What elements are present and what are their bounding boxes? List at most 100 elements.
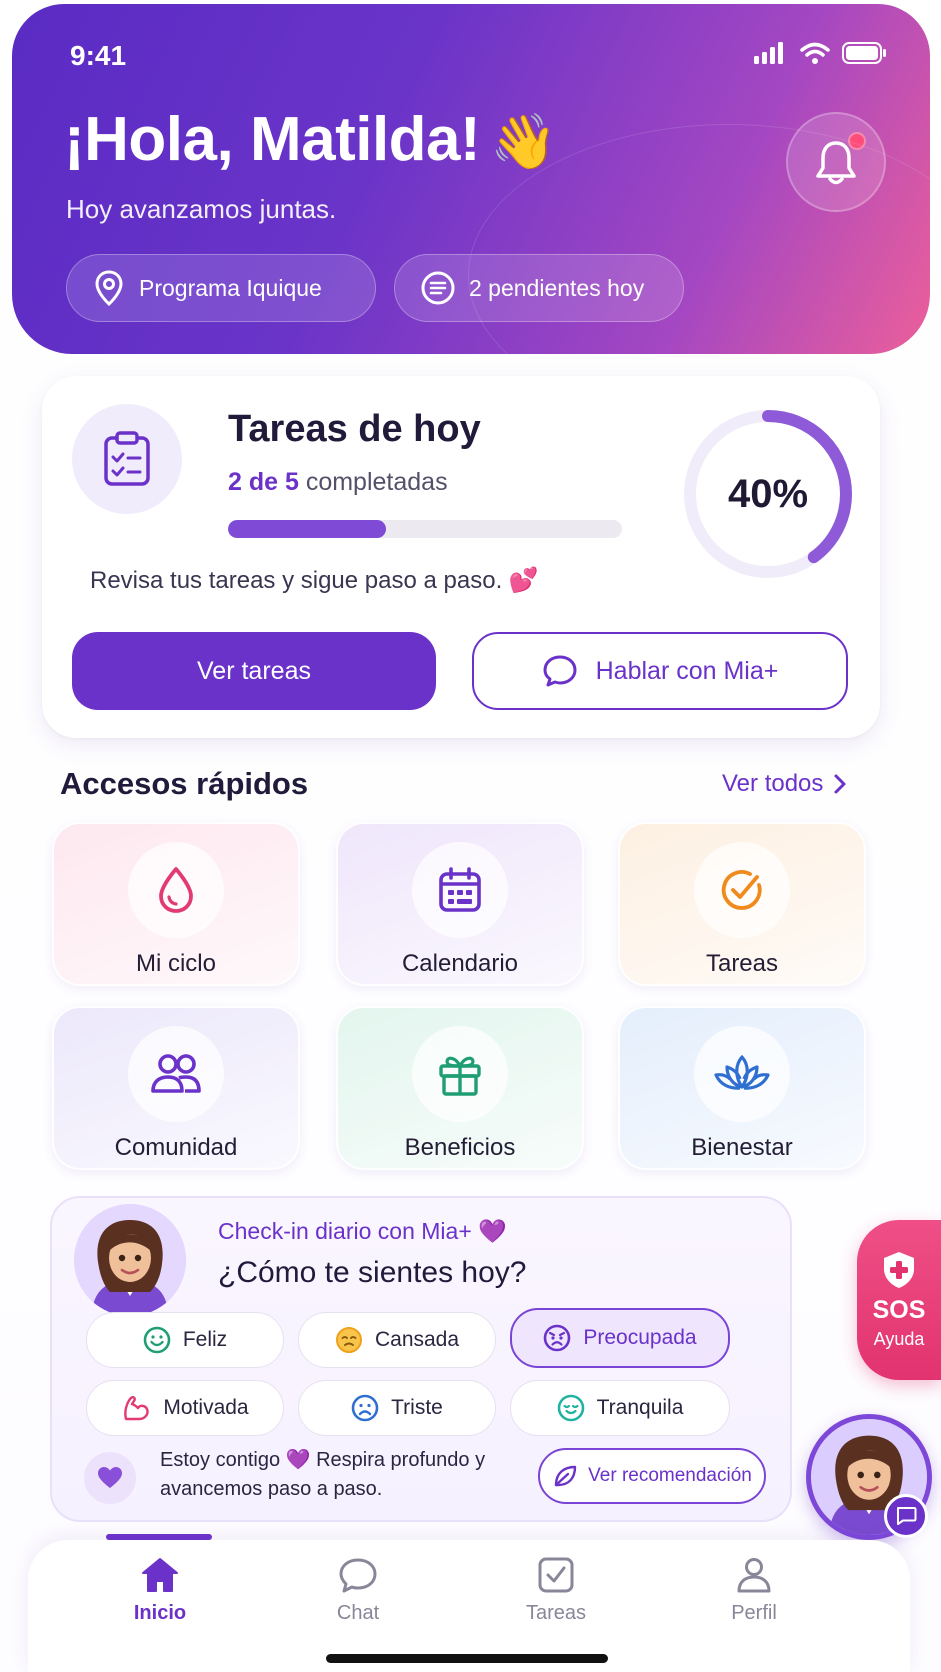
- calendar-icon: [412, 842, 508, 938]
- sos-subtitle: Ayuda: [873, 1329, 925, 1349]
- mood-feliz[interactable]: Feliz: [86, 1312, 284, 1368]
- mia-chat-badge: [884, 1494, 928, 1538]
- view-tasks-button[interactable]: Ver tareas: [72, 632, 436, 710]
- tile-bienestar[interactable]: Bienestar: [618, 1006, 866, 1170]
- mood-label: Tranquila: [596, 1396, 684, 1419]
- home-indicator: [326, 1654, 608, 1663]
- daily-checkin-card: Check-in diario con Mia+ 💜 ¿Cómo te sien…: [50, 1196, 792, 1522]
- leaf-icon: [554, 1465, 577, 1487]
- checkin-question: ¿Cómo te sientes hoy?: [218, 1256, 527, 1289]
- battery-icon: [842, 42, 886, 64]
- lotus-icon: [694, 1026, 790, 1122]
- tasks-progress-bar: [228, 520, 622, 538]
- wave-emoji: 👋: [490, 112, 557, 172]
- view-recommendation-label: Ver recomendación: [588, 1465, 752, 1486]
- clipboard-icon: [104, 431, 150, 486]
- status-time: 9:41: [70, 40, 127, 71]
- talk-to-mia-button[interactable]: Hablar con Mia+: [472, 632, 848, 710]
- flexed-arm-icon: [124, 1396, 150, 1421]
- bell-icon: [816, 141, 856, 185]
- chevron-right-icon: [834, 774, 846, 794]
- user-icon: [737, 1558, 771, 1593]
- tired-face-icon: [335, 1327, 362, 1353]
- active-tab-indicator: [106, 1534, 212, 1540]
- nav-chat[interactable]: Chat: [298, 1556, 418, 1625]
- program-pill[interactable]: Programa Iquique: [66, 254, 376, 322]
- worried-face-icon: [544, 1324, 571, 1352]
- tile-mi-ciclo[interactable]: Mi ciclo: [52, 822, 300, 986]
- clipboard-badge: [72, 404, 182, 514]
- mood-label: Feliz: [182, 1328, 228, 1351]
- shield-plus-icon: [884, 1252, 914, 1288]
- nav-perfil[interactable]: Perfil: [694, 1556, 814, 1625]
- mia-avatar: [74, 1204, 186, 1316]
- mood-triste[interactable]: Triste: [298, 1380, 496, 1436]
- tile-label: Beneficios: [404, 1134, 516, 1161]
- users-icon: [128, 1026, 224, 1122]
- sos-button[interactable]: SOS Ayuda: [857, 1220, 941, 1380]
- checkin-eyebrow: Check-in diario con Mia+ 💜: [218, 1218, 507, 1244]
- app-screen: 9:41 ¡Hola, Matilda! 👋 Hoy avanzamos junt…: [0, 0, 941, 1672]
- wifi-icon: [800, 42, 830, 64]
- nav-label: Perfil: [731, 1602, 777, 1624]
- gift-icon: [412, 1026, 508, 1122]
- pending-pill[interactable]: 2 pendientes hoy: [394, 254, 684, 322]
- chat-icon: [339, 1558, 377, 1593]
- sad-face-icon: [351, 1394, 379, 1422]
- tile-tareas[interactable]: Tareas: [618, 822, 866, 986]
- mood-label: Motivada: [163, 1396, 249, 1419]
- nav-inicio[interactable]: Inicio: [100, 1556, 220, 1625]
- notifications-button[interactable]: [786, 112, 886, 212]
- tile-comunidad[interactable]: Comunidad: [52, 1006, 300, 1170]
- tasks-note: Revisa tus tareas y sigue paso a paso. 💕: [90, 567, 539, 594]
- sos-title: SOS: [872, 1296, 926, 1324]
- location-pin-icon: [95, 270, 123, 306]
- header: 9:41 ¡Hola, Matilda! 👋 Hoy avanzamos junt…: [12, 4, 930, 354]
- greeting-text: ¡Hola, Matilda!: [64, 105, 481, 174]
- tasks-today-card: Tareas de hoy 2 de 5 completadas 40% Rev…: [42, 376, 880, 738]
- mood-label: Triste: [391, 1396, 443, 1419]
- check-circle-icon: [694, 842, 790, 938]
- tile-label: Tareas: [705, 950, 779, 977]
- checkbox-icon: [538, 1557, 574, 1593]
- view-recommendation-button[interactable]: Ver recomendación: [538, 1448, 766, 1504]
- tasks-progress-fill: [228, 520, 386, 538]
- tasks-completed: 2 de 5 completadas: [228, 468, 448, 497]
- progress-percent: 40%: [727, 471, 809, 516]
- purple-heart-icon: [84, 1452, 136, 1504]
- pending-pill-label: 2 pendientes hoy: [469, 274, 645, 301]
- mood-motivada[interactable]: Motivada: [86, 1380, 284, 1436]
- nav-label: Inicio: [133, 1602, 187, 1624]
- signal-icon: [754, 42, 783, 64]
- tile-beneficios[interactable]: Beneficios: [336, 1006, 584, 1170]
- mood-preocupada[interactable]: Preocupada: [510, 1308, 730, 1368]
- mood-label: Cansada: [374, 1328, 460, 1351]
- mood-cansada[interactable]: Cansada: [298, 1312, 496, 1368]
- tasks-title: Tareas de hoy: [228, 408, 481, 450]
- reassurance-text: Estoy contigo 💜 Respira profundo y avanc…: [160, 1449, 486, 1500]
- greeting-subtitle: Hoy avanzamos juntas.: [66, 194, 337, 224]
- home-icon: [142, 1558, 178, 1592]
- tasks-completed-count: 2 de 5: [228, 468, 299, 496]
- tasks-completed-suffix: completadas: [298, 468, 448, 496]
- greeting: ¡Hola, Matilda! 👋: [64, 104, 557, 175]
- nav-tareas[interactable]: Tareas: [496, 1556, 616, 1625]
- mood-tranquila[interactable]: Tranquila: [510, 1380, 730, 1436]
- chat-icon: [897, 1507, 917, 1525]
- talk-to-mia-label: Hablar con Mia+: [595, 656, 779, 685]
- status-icons: [754, 42, 888, 64]
- smile-icon: [143, 1326, 171, 1354]
- tile-calendario[interactable]: Calendario: [336, 822, 584, 986]
- tile-label: Calendario: [401, 950, 519, 977]
- see-all-link[interactable]: Ver todos: [722, 770, 847, 798]
- program-pill-label: Programa Iquique: [139, 274, 322, 301]
- see-all-label: Ver todos: [722, 770, 824, 797]
- chat-bubble-icon: [543, 655, 577, 687]
- notification-dot: [848, 132, 866, 150]
- tile-label: Comunidad: [114, 1134, 238, 1161]
- quick-access-title: Accesos rápidos: [60, 766, 309, 801]
- drop-icon: [128, 842, 224, 938]
- mood-label: Preocupada: [583, 1326, 697, 1349]
- nav-label: Tareas: [525, 1602, 587, 1624]
- list-circle-icon: [421, 271, 455, 305]
